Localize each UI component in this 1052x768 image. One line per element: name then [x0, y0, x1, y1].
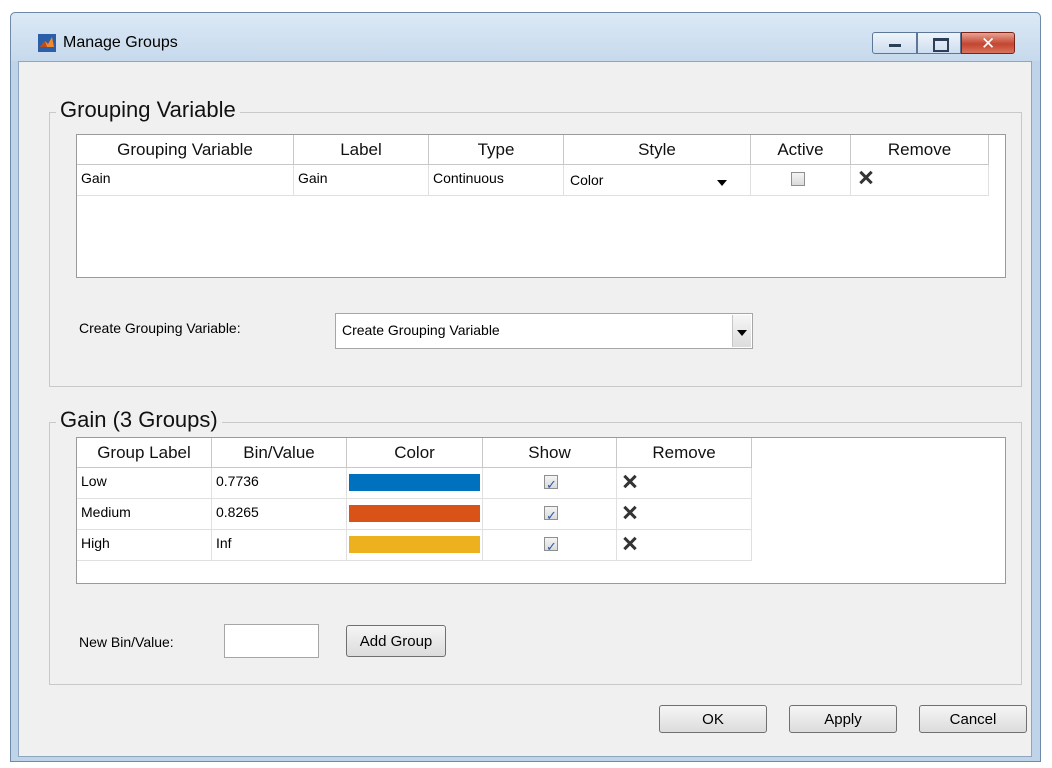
title-bar[interactable]: Manage Groups ✕	[11, 13, 1040, 61]
groups-table[interactable]: Group Label Bin/Value Color Show Remove …	[76, 437, 1006, 584]
create-grouping-variable-dropdown[interactable]: Create Grouping Variable	[335, 313, 753, 349]
show-checkbox[interactable]	[544, 504, 558, 530]
close-icon: ✕	[981, 34, 996, 54]
cell-color[interactable]	[347, 530, 483, 561]
cell-group-label[interactable]: Medium	[77, 499, 212, 530]
dropdown-button[interactable]	[732, 315, 751, 347]
manage-groups-window: Manage Groups ✕ Grouping Variable Groupi…	[10, 12, 1041, 762]
cell-bin-value[interactable]: Inf	[212, 530, 347, 561]
chevron-down-icon	[717, 180, 727, 186]
groups-panel-title: Gain (3 Groups)	[56, 407, 222, 433]
apply-button[interactable]: Apply	[789, 705, 897, 733]
cell-show	[483, 530, 617, 561]
chevron-down-icon	[737, 330, 747, 336]
cell-show	[483, 499, 617, 530]
col-header-grouping-variable[interactable]: Grouping Variable	[77, 135, 294, 165]
matlab-icon	[38, 34, 56, 52]
cell-bin-value[interactable]: 0.8265	[212, 499, 347, 530]
grouping-variable-table[interactable]: Grouping Variable Label Type Style Activ…	[76, 134, 1006, 278]
cell-active	[751, 165, 851, 196]
cell-label[interactable]: Gain	[294, 165, 429, 196]
cell-remove	[851, 165, 989, 196]
minimize-button[interactable]	[872, 32, 917, 54]
add-group-button[interactable]: Add Group	[346, 625, 446, 657]
remove-icon[interactable]	[623, 474, 637, 488]
cell-type: Continuous	[429, 165, 564, 196]
color-swatch[interactable]	[349, 474, 480, 491]
col-header-type[interactable]: Type	[429, 135, 564, 165]
cell-group-label[interactable]: Low	[77, 468, 212, 499]
color-swatch[interactable]	[349, 536, 480, 553]
cell-bin-value[interactable]: 0.7736	[212, 468, 347, 499]
col-header-bin-value[interactable]: Bin/Value	[212, 438, 347, 468]
cell-remove	[617, 499, 752, 530]
cell-remove	[617, 530, 752, 561]
cancel-button[interactable]: Cancel	[919, 705, 1027, 733]
col-header-group-label[interactable]: Group Label	[77, 438, 212, 468]
style-dropdown-value: Color	[570, 172, 604, 188]
show-checkbox[interactable]	[544, 535, 558, 561]
col-header-label[interactable]: Label	[294, 135, 429, 165]
col-header-remove[interactable]: Remove	[617, 438, 752, 468]
cell-group-label[interactable]: High	[77, 530, 212, 561]
window-title: Manage Groups	[63, 34, 178, 51]
remove-icon[interactable]	[859, 170, 873, 184]
maximize-icon	[933, 38, 949, 52]
show-checkbox[interactable]	[544, 473, 558, 499]
remove-icon[interactable]	[623, 536, 637, 550]
col-header-color[interactable]: Color	[347, 438, 483, 468]
color-swatch[interactable]	[349, 505, 480, 522]
cell-color[interactable]	[347, 499, 483, 530]
cell-show	[483, 468, 617, 499]
grouping-variable-panel-title: Grouping Variable	[56, 97, 240, 123]
remove-icon[interactable]	[623, 505, 637, 519]
close-button[interactable]: ✕	[961, 32, 1015, 54]
cell-color[interactable]	[347, 468, 483, 499]
ok-button[interactable]: OK	[659, 705, 767, 733]
cell-grouping-variable[interactable]: Gain	[77, 165, 294, 196]
create-grouping-variable-label: Create Grouping Variable:	[79, 320, 241, 336]
style-dropdown[interactable]: Color	[564, 165, 751, 196]
active-checkbox[interactable]	[791, 172, 805, 186]
create-grouping-variable-value: Create Grouping Variable	[342, 322, 500, 338]
col-header-remove[interactable]: Remove	[851, 135, 989, 165]
col-header-style[interactable]: Style	[564, 135, 751, 165]
col-header-active[interactable]: Active	[751, 135, 851, 165]
cell-remove	[617, 468, 752, 499]
new-bin-value-input[interactable]	[224, 624, 319, 658]
minimize-icon	[889, 44, 901, 47]
maximize-button[interactable]	[917, 32, 961, 54]
dialog-body: Grouping Variable Grouping Variable Labe…	[18, 61, 1032, 757]
col-header-show[interactable]: Show	[483, 438, 617, 468]
new-bin-value-label: New Bin/Value:	[79, 634, 174, 650]
